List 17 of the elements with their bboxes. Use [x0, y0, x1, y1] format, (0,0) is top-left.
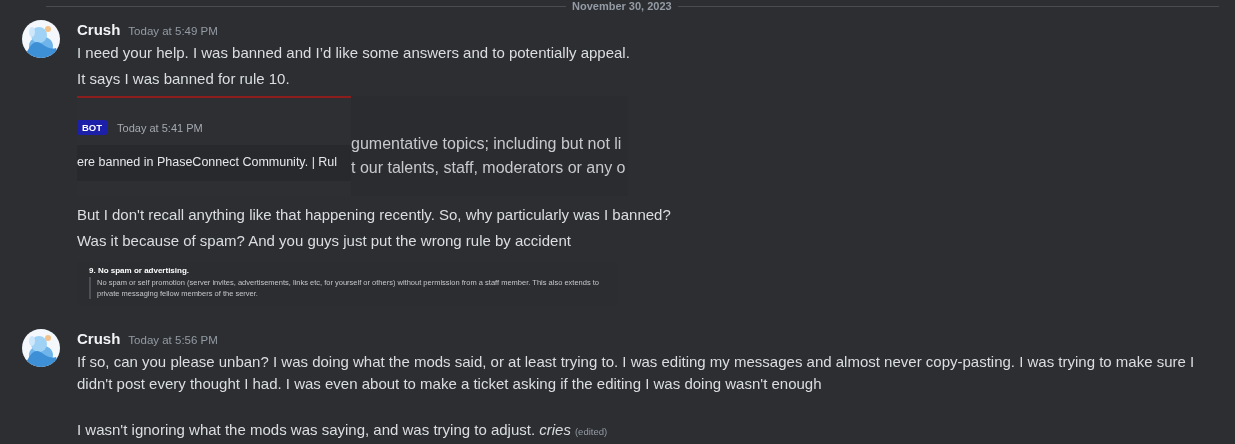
message-text: If so, can you please unban? I was doing what the mods said, or at least trying to. I was editing my messages and almost never copy-pasting. I was trying to make sure I didn't post every thought I had. I was even about to make a ticket asking if the editing I was doing wasn't enough	[77, 352, 1196, 394]
message-text: But I don't recall anything like that happening recently. So, why particularly was I banned?	[77, 205, 672, 225]
screenshot-text: t our talents, staff, moderators or any o	[351, 158, 626, 178]
message-text: It says I was banned for rule 10.	[77, 69, 291, 89]
bot-badge: BOT	[77, 120, 108, 135]
screenshot-text: gumentative topics; including but not li	[351, 134, 623, 154]
message-text: I need your help. I was banned and I’d like some answers and to potentially appeal.	[77, 43, 631, 63]
message-text: I wasn't ignoring what the mods was saying, and was trying to adjust. cries (edited)	[77, 420, 609, 440]
date-divider: November 30, 2023	[571, 0, 673, 12]
timestamp: Today at 5:49 PM	[128, 25, 218, 37]
author-name[interactable]: Crush	[77, 330, 121, 347]
screenshot-text: ere banned in PhaseConnect Community. | Rul	[77, 145, 351, 181]
message-text: Was it because of spam? And you guys just put the wrong rule by accident	[77, 231, 572, 251]
timestamp: Today at 5:56 PM	[128, 334, 218, 346]
timestamp: Today at 5:41 PM	[117, 121, 203, 134]
rule-heading: 9. No spam or advertising.	[89, 266, 191, 275]
author-name[interactable]: Crush	[77, 21, 121, 38]
